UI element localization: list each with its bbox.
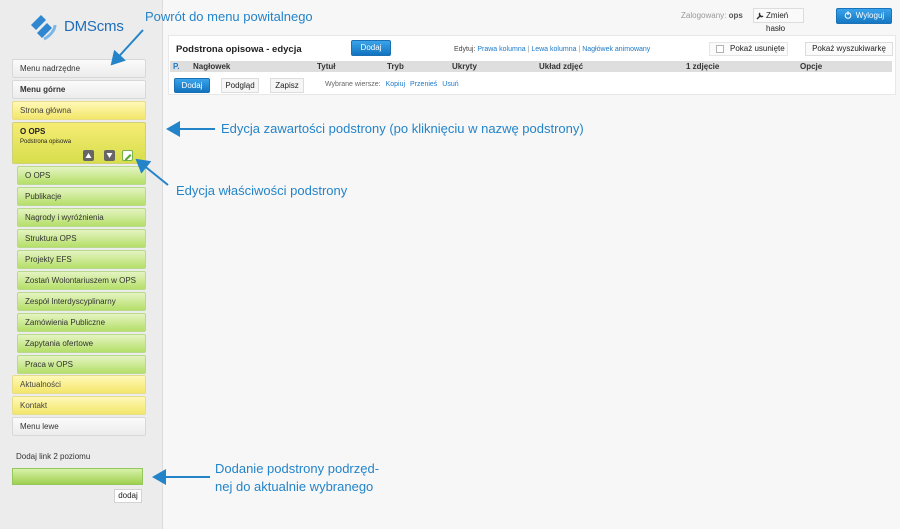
col-tytul[interactable]: Tytuł: [317, 61, 336, 72]
edit-panel: Podstrona opisowa - edycja Dodaj Edytuj:…: [168, 35, 896, 95]
sidebar-subitem-3[interactable]: Struktura OPS: [17, 229, 146, 248]
menu-lewe[interactable]: Menu lewe: [12, 417, 146, 436]
move-down-button[interactable]: [104, 150, 115, 161]
table-header: P. Nagłowek Tytuł Tryb Ukryty Układ zdję…: [170, 61, 892, 72]
edit-label: Edytuj:: [454, 46, 476, 53]
sidebar-subitem-4[interactable]: Projekty EFS: [17, 250, 146, 269]
logo[interactable]: DMScms: [24, 10, 144, 46]
annotation-add-subpage-line1: Dodanie podstrony podrzęd-: [215, 461, 380, 476]
sidebar-subitem-2[interactable]: Nagrody i wyróżnienia: [17, 208, 146, 227]
save-button[interactable]: Zapisz: [270, 78, 304, 93]
arrow-down-icon: [106, 153, 113, 158]
show-deleted-label: Pokaż usunięte: [730, 44, 785, 53]
edit-link-right-column[interactable]: Prawa kolumna: [477, 46, 525, 53]
checkbox[interactable]: [716, 45, 724, 53]
sidebar-subitem-8[interactable]: Zapytania ofertowe: [17, 334, 146, 353]
menu-kontakt[interactable]: Kontakt: [12, 396, 146, 415]
copy-link[interactable]: Kopiuj: [386, 81, 405, 88]
menu-gorne[interactable]: Menu górne: [12, 80, 146, 99]
sidebar-subitem-6[interactable]: Zespół Interdyscyplinarny: [17, 292, 146, 311]
logged-label: Zalogowany:: [681, 11, 727, 20]
selected-item-subtitle: Podstrona opisowa: [20, 139, 72, 145]
logged-in-text: Zalogowany: ops: [681, 11, 743, 20]
add-button[interactable]: Dodaj: [174, 78, 210, 93]
delete-link[interactable]: Usuń: [442, 81, 458, 88]
add-level2-label: Dodaj link 2 poziomu: [16, 452, 91, 461]
move-up-button[interactable]: [83, 150, 94, 161]
annotation-back-to-menu: Powrót do menu powitalnego: [145, 9, 313, 24]
logo-icon: [31, 15, 57, 41]
sidebar-subitem-7[interactable]: Zamówienia Publiczne: [17, 313, 146, 332]
col-tryb[interactable]: Tryb: [387, 61, 404, 72]
menu-aktualnosci[interactable]: Aktualności: [12, 375, 146, 394]
col-p[interactable]: P.: [173, 61, 180, 72]
sidebar-subitem-5[interactable]: Zostań Wolontariuszem w OPS: [17, 271, 146, 290]
edit-icon: [125, 154, 132, 161]
col-naglowek[interactable]: Nagłowek: [193, 61, 230, 72]
move-link[interactable]: Przenieś: [410, 81, 437, 88]
col-ukryty[interactable]: Ukryty: [452, 61, 477, 72]
sidebar: DMScms Menu nadrzędne Menu górne Strona …: [0, 0, 163, 529]
separator: |: [527, 46, 530, 53]
arrow-up-icon: [85, 153, 92, 158]
show-search-button[interactable]: Pokaż wyszukiwarkę: [805, 42, 893, 56]
add-level2-button[interactable]: dodaj: [114, 489, 142, 503]
edit-properties-button[interactable]: [122, 150, 133, 161]
selected-rows-label: Wybrane wiersze:: [325, 81, 381, 88]
col-uklad-zdjec[interactable]: Układ zdjęć: [539, 61, 583, 72]
top-bar: Zalogowany: ops Zmień hasło Wyloguj: [681, 8, 893, 33]
preview-button[interactable]: Podgląd: [221, 78, 259, 93]
annotation-edit-properties: Edycja właściwości podstrony: [176, 183, 348, 198]
edit-link-animated-header[interactable]: Nagłówek animowany: [582, 46, 650, 53]
sidebar-subitem-0[interactable]: O OPS: [17, 166, 146, 185]
change-password-button[interactable]: Zmień hasło: [753, 8, 804, 33]
add-level2-input[interactable]: [12, 468, 143, 485]
change-password-label: Zmień hasło: [766, 11, 789, 33]
selected-menu-item[interactable]: O OPS Podstrona opisowa: [12, 122, 146, 164]
edit-links: Edytuj: Prawa kolumna | Lewa kolumna | N…: [454, 46, 650, 53]
col-1-zdjecie[interactable]: 1 zdjęcie: [686, 61, 719, 72]
selected-rows-actions: Wybrane wiersze: Kopiuj Przenieś Usuń: [325, 81, 459, 88]
power-icon: [844, 11, 852, 19]
menu-strona-glowna[interactable]: Strona główna: [12, 101, 146, 120]
logo-text: DMScms: [64, 18, 124, 35]
wrench-icon: [756, 12, 764, 20]
annotation-add-subpage-line2: nej do aktualnie wybranego: [215, 479, 374, 494]
annotation-edit-content: Edycja zawartości podstrony (po kliknięc…: [221, 121, 584, 136]
sidebar-subitem-9[interactable]: Praca w OPS: [17, 355, 146, 374]
logout-label: Wyloguj: [855, 11, 885, 20]
menu-nadrzedne[interactable]: Menu nadrzędne: [12, 59, 146, 78]
page-title: Podstrona opisowa - edycja: [176, 44, 302, 55]
username: ops: [728, 11, 743, 20]
separator: |: [578, 46, 581, 53]
col-opcje[interactable]: Opcje: [800, 61, 822, 72]
logout-button[interactable]: Wyloguj: [836, 8, 892, 24]
selected-item-title[interactable]: O OPS: [20, 127, 45, 136]
edit-link-left-column[interactable]: Lewa kolumna: [531, 46, 576, 53]
sidebar-subitem-1[interactable]: Publikacje: [17, 187, 146, 206]
add-button-top[interactable]: Dodaj: [351, 40, 391, 56]
show-deleted-toggle[interactable]: Pokaż usunięte: [709, 42, 788, 56]
